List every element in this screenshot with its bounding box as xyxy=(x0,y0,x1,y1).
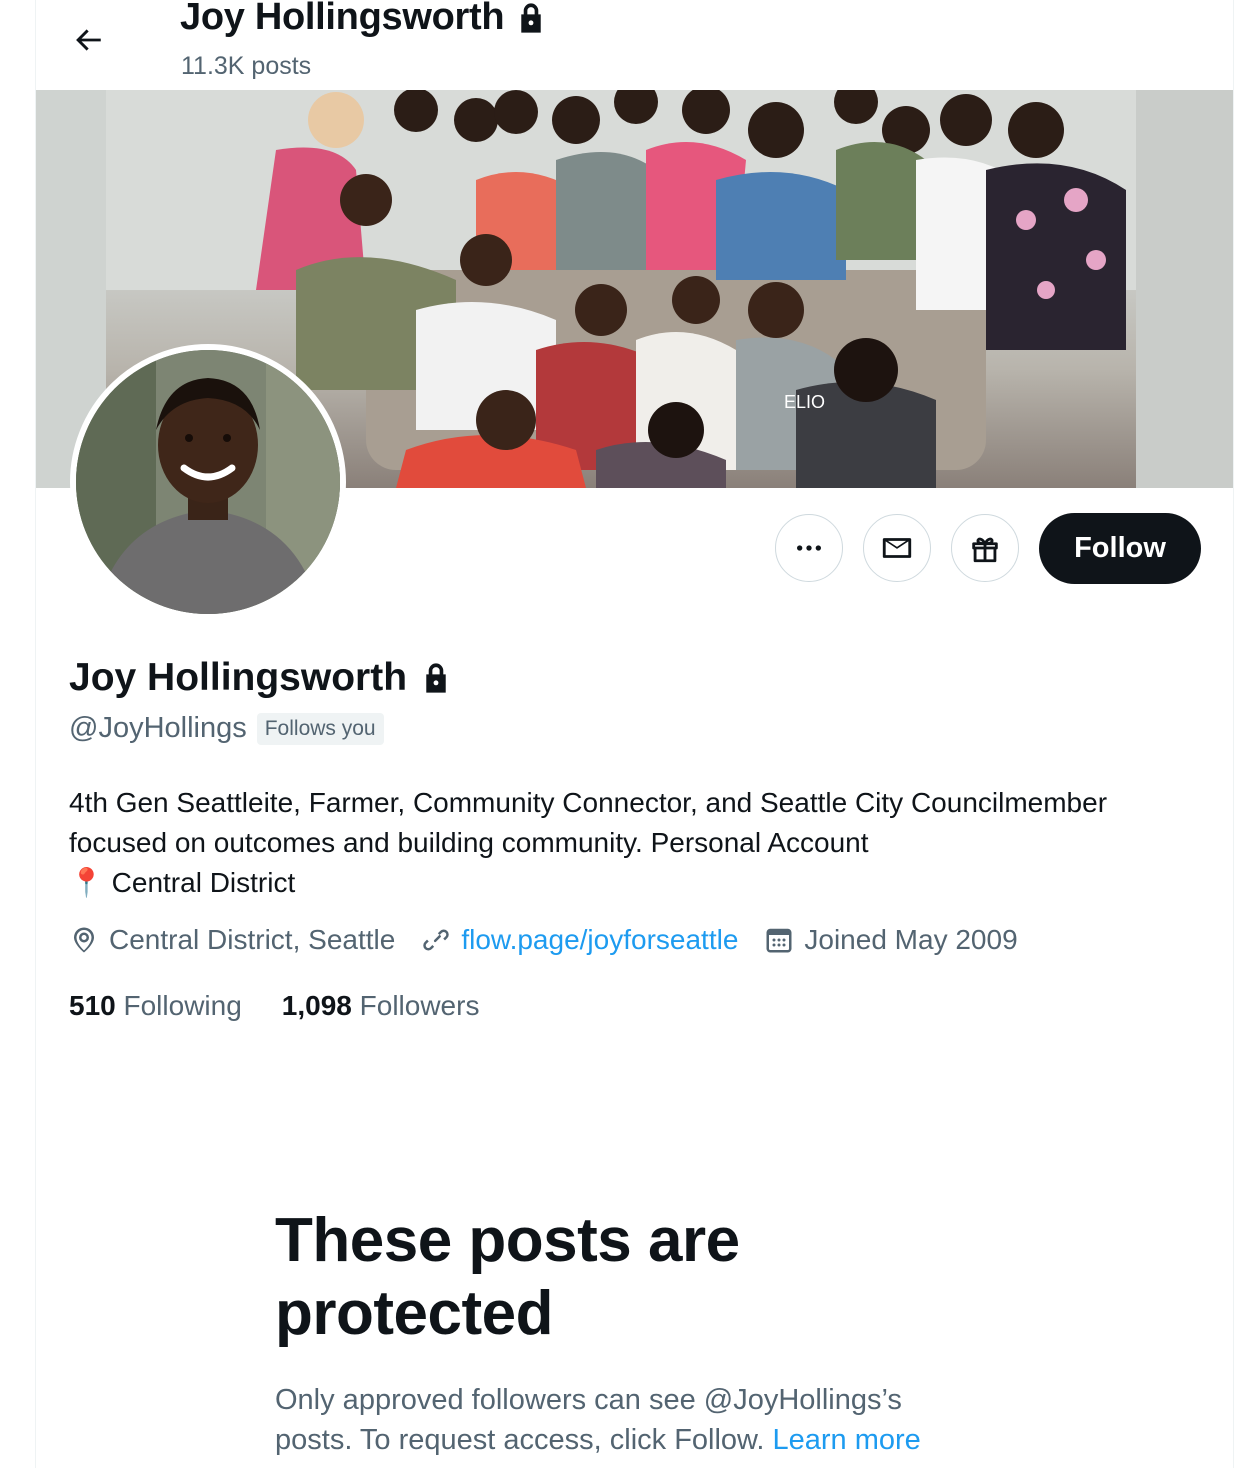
message-button[interactable] xyxy=(863,514,931,582)
profile-name: Joy Hollingsworth xyxy=(69,656,451,700)
followers-stat[interactable]: 1,098 Followers xyxy=(282,990,480,1022)
location-icon xyxy=(74,927,94,953)
profile-stats: 510 Following 1,098 Followers xyxy=(69,990,519,1022)
profile-meta: Central District, Seattle flow.page/joyf… xyxy=(69,924,1044,956)
calendar-icon xyxy=(766,928,792,953)
joined-text: Joined May 2009 xyxy=(804,924,1018,955)
lock-icon xyxy=(426,663,446,693)
avatar[interactable] xyxy=(70,344,346,620)
handle-row: @JoyHollings Follows you xyxy=(69,712,384,745)
header-title-text: Joy Hollingsworth xyxy=(180,0,505,38)
lock-icon xyxy=(521,2,541,33)
posts-count: 11.3K posts xyxy=(181,52,312,80)
following-label: Following xyxy=(123,990,242,1021)
profile-name-text: Joy Hollingsworth xyxy=(69,656,408,699)
protected-notice: These posts are protected Only approved … xyxy=(275,1204,995,1460)
pin-emoji-icon: 📍 xyxy=(69,867,104,898)
follow-button[interactable]: Follow xyxy=(1039,513,1201,584)
followers-label: Followers xyxy=(359,990,480,1021)
banner-shirt-text: ELIO xyxy=(784,392,825,412)
following-stat[interactable]: 510 Following xyxy=(69,990,242,1022)
back-button[interactable] xyxy=(66,18,110,62)
website-item[interactable]: flow.page/joyforseattle xyxy=(421,924,738,956)
follows-you-badge: Follows you xyxy=(256,712,384,745)
website-link[interactable]: flow.page/joyforseattle xyxy=(461,924,738,956)
back-arrow-icon xyxy=(76,29,101,51)
mail-icon xyxy=(882,538,912,558)
protected-heading: These posts are protected xyxy=(275,1206,740,1348)
more-icon xyxy=(797,545,821,551)
protected-body: Only approved followers can see @JoyHoll… xyxy=(275,1380,975,1460)
top-header: Joy Hollingsworth 11.3K posts xyxy=(36,0,1233,90)
location-text: Central District, Seattle xyxy=(109,924,396,955)
joined-item: Joined May 2009 xyxy=(764,924,1018,956)
link-icon xyxy=(423,929,450,951)
profile-handle: @JoyHollings xyxy=(69,712,247,744)
profile-column: Joy Hollingsworth 11.3K posts ELIO Follo… xyxy=(35,0,1234,1468)
bio-line2: Central District xyxy=(111,867,296,898)
location-item: Central District, Seattle xyxy=(69,924,395,956)
gift-button[interactable] xyxy=(951,514,1019,582)
gift-icon xyxy=(972,537,998,563)
learn-more-link[interactable]: Learn more xyxy=(773,1424,921,1456)
bio-line1: 4th Gen Seattleite, Farmer, Community Co… xyxy=(69,787,1108,858)
followers-count: 1,098 xyxy=(281,990,352,1021)
more-button[interactable] xyxy=(775,514,843,582)
following-count: 510 xyxy=(69,990,116,1021)
header-title: Joy Hollingsworth xyxy=(180,0,546,39)
profile-bio: 4th Gen Seattleite, Farmer, Community Co… xyxy=(69,783,1209,903)
